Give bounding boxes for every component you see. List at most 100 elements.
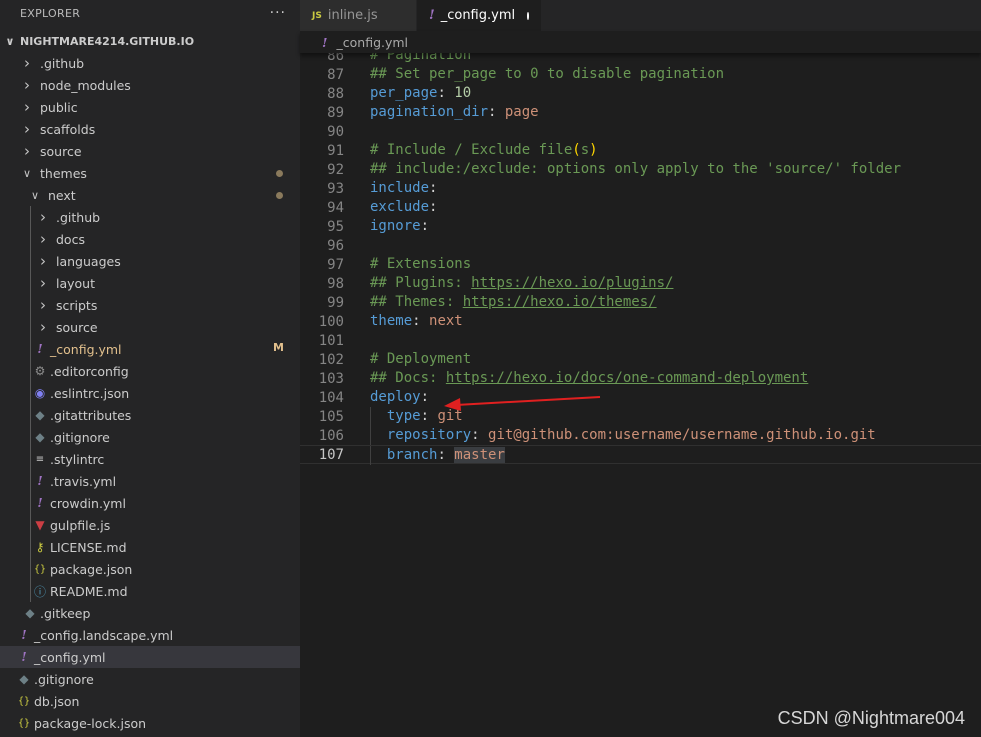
code-line[interactable]: 104 deploy: (300, 388, 981, 407)
tree-folder[interactable]: ∨ themes (0, 162, 300, 184)
tree-file[interactable]: {} package.json (0, 558, 300, 580)
code-line[interactable]: 106 repository: git@github.com:username/… (300, 426, 981, 445)
tree-file[interactable]: ⓘ README.md (0, 580, 300, 602)
tree-folder[interactable]: › languages (0, 250, 300, 272)
tree-item-label: .editorconfig (50, 363, 129, 379)
tree-file[interactable]: ▼ gulpfile.js (0, 514, 300, 536)
line-number: 89 (327, 104, 344, 121)
project-folder-header[interactable]: ∨ NIGHTMARE4214.GITHUB.IO (0, 30, 300, 52)
tree-file[interactable]: ◆ .gitkeep (0, 602, 300, 624)
tree-item-label: .gitignore (50, 429, 110, 445)
tree-item-label: scaffolds (40, 121, 96, 137)
line-number: 97 (327, 256, 344, 273)
tree-file[interactable]: ≡ .stylintrc (0, 448, 300, 470)
tree-folder[interactable]: ∨ next (0, 184, 300, 206)
code-text: ## Set per_page to 0 to disable paginati… (370, 65, 724, 84)
code-line[interactable]: 89 pagination_dir: page (300, 103, 981, 122)
code-token: type (370, 408, 421, 424)
git-status-dot-icon (276, 170, 283, 177)
tree-item-label: source (40, 143, 82, 159)
tree-file[interactable]: ! _config.landscape.yml (0, 624, 300, 646)
annotation-arrow (444, 396, 601, 411)
line-number: 87 (327, 66, 344, 83)
code-text: pagination_dir: page (370, 103, 539, 122)
code-token: : (437, 447, 455, 463)
tree-item-label: public (40, 99, 78, 115)
code-line[interactable]: 93 include: (300, 179, 981, 198)
code-line[interactable]: 94 exclude: (300, 198, 981, 217)
tree-folder[interactable]: › node_modules (0, 74, 300, 96)
more-actions-icon[interactable]: ··· (270, 5, 286, 21)
code-token[interactable]: https://hexo.io/themes/ (463, 294, 657, 310)
tree-item-label: node_modules (40, 77, 131, 93)
code-text: ignore: (370, 217, 429, 236)
tree-item-label: .gitignore (34, 671, 94, 687)
git-icon: ◆ (35, 408, 45, 422)
code-line[interactable]: 90 (300, 122, 981, 141)
line-number: 91 (327, 142, 344, 159)
code-text: ## include:/exclude: options only apply … (370, 160, 901, 179)
tree-file[interactable]: ! _config.yml (0, 646, 300, 668)
watermark: CSDN @Nightmare004 (777, 708, 965, 728)
tree-folder[interactable]: › source (0, 140, 300, 162)
chevron-right-icon: › (24, 142, 30, 160)
tree-file[interactable]: ◆ .gitignore (0, 668, 300, 690)
code-editor[interactable]: 86 # Pagination 87 ## Set per_page to 0 to … (300, 46, 981, 737)
tree-folder[interactable]: › layout (0, 272, 300, 294)
tree-file[interactable]: ⚷ LICENSE.md (0, 536, 300, 558)
tree-item-label: package.json (50, 561, 133, 577)
git-status-dot-icon (276, 192, 283, 199)
code-line[interactable]: 105 type: git (300, 407, 981, 426)
tree-folder[interactable]: › scaffolds (0, 118, 300, 140)
code-token: : (420, 389, 430, 405)
tree-file[interactable]: ⚙ .editorconfig (0, 360, 300, 382)
tree-folder[interactable]: › .github (0, 206, 300, 228)
code-line[interactable]: 107 branch: master (300, 445, 981, 465)
code-token: ignore (370, 218, 421, 234)
line-number: 107 (318, 446, 344, 463)
code-line[interactable]: 92 ## include:/exclude: options only appl… (300, 160, 981, 179)
tree-file[interactable]: ◆ .gitattributes (0, 404, 300, 426)
tree-file[interactable]: ◆ .gitignore (0, 426, 300, 448)
tree-file[interactable]: ! _config.yml M (0, 338, 300, 360)
indent-guide (30, 250, 31, 272)
tree-folder[interactable]: › source (0, 316, 300, 338)
line-number: 88 (327, 85, 344, 102)
tree-folder[interactable]: › public (0, 96, 300, 118)
code-line[interactable]: 99 ## Themes: https://hexo.io/themes/ (300, 293, 981, 312)
code-token: # Deployment (370, 351, 472, 367)
tab-config-yml[interactable]: ! _config.yml (417, 0, 542, 31)
breadcrumb-file[interactable]: _config.yml (337, 35, 409, 50)
code-line[interactable]: 87 ## Set per_page to 0 to disable pagina… (300, 65, 981, 84)
code-token[interactable]: https://hexo.io/docs/one-command-deploym… (446, 370, 808, 386)
code-line[interactable]: 98 ## Plugins: https://hexo.io/plugins/ (300, 274, 981, 293)
tree-folder[interactable]: › docs (0, 228, 300, 250)
code-line[interactable]: 95 ignore: (300, 217, 981, 236)
tree-folder[interactable]: › scripts (0, 294, 300, 316)
breadcrumb[interactable]: ! _config.yml (300, 31, 981, 53)
tree-item-label: README.md (50, 583, 128, 599)
unsaved-dot-icon[interactable] (527, 11, 529, 20)
code-line[interactable]: 103 ## Docs: https://hexo.io/docs/one-com… (300, 369, 981, 388)
code-line[interactable]: 102 # Deployment (300, 350, 981, 369)
code-token: : (420, 408, 438, 424)
code-line[interactable]: 97 # Extensions (300, 255, 981, 274)
tree-file[interactable]: ◉ .eslintrc.json (0, 382, 300, 404)
code-line[interactable]: 100 theme: next (300, 312, 981, 331)
tree-file[interactable]: ! .travis.yml (0, 470, 300, 492)
code-line[interactable]: 88 per_page: 10 (300, 84, 981, 103)
code-token[interactable]: https://hexo.io/plugins/ (471, 275, 673, 291)
tab-inline-js[interactable]: JS inline.js (300, 0, 417, 31)
code-line[interactable]: 101 (300, 331, 981, 350)
chevron-down-icon: ∨ (5, 34, 15, 48)
indent-guide (30, 426, 31, 448)
code-line[interactable]: 96 (300, 236, 981, 255)
tree-file[interactable]: {} db.json (0, 690, 300, 712)
tree-item-label: _config.landscape.yml (34, 627, 174, 643)
chevron-right-icon: › (24, 54, 30, 72)
code-line[interactable]: 91 # Include / Exclude file(s) (300, 141, 981, 160)
code-token: ( (572, 142, 581, 158)
tree-file[interactable]: ! crowdin.yml (0, 492, 300, 514)
tree-folder[interactable]: › .github (0, 52, 300, 74)
tree-file[interactable]: {} package-lock.json (0, 712, 300, 734)
